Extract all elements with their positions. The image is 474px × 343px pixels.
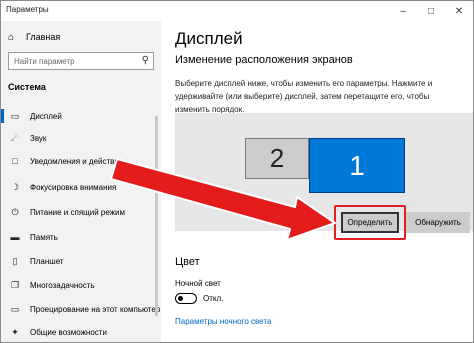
maximize-icon: □ [427,5,435,17]
sidebar-item-label: Фокусировка внимания [30,182,117,192]
toggle-knob [178,295,183,301]
speaker-icon: ☄ [10,132,20,143]
projector-icon: ▭ [10,303,20,314]
monitor-icon: ▭ [10,110,20,121]
sidebar-item-tablet[interactable]: ▯ Планшет [1,250,161,272]
search-input[interactable]: Найти параметр ⚲ [8,52,154,70]
arrangement-heading: Изменение расположения экранов [175,54,353,66]
maximize-button[interactable]: □ [417,1,445,21]
sidebar-section-title: Система [8,82,46,92]
sidebar-item-storage[interactable]: ▬ Память [1,226,161,248]
sidebar-item-label: Дисплей [30,111,62,121]
window-title: Параметры [6,5,49,14]
display-1[interactable]: 1 [309,138,405,193]
sidebar-scrollbar[interactable] [155,116,158,316]
display-2[interactable]: 2 [245,138,309,179]
sidebar-item-label: Память [30,232,58,242]
sidebar-item-shared[interactable]: ✦ Общие возможности [1,321,161,342]
night-light-toggle[interactable] [175,293,197,304]
arrangement-description: Выберите дисплей ниже, чтобы изменить ег… [175,79,433,114]
sidebar-item-label: Многозадачность [30,280,95,290]
night-light-state: Откл. [203,294,224,303]
sidebar-item-label: Питание и спящий режим [30,207,126,217]
power-icon: ⏻ [11,206,19,217]
notification-icon: □ [12,156,18,166]
sidebar-item-label: Уведомления и действия [30,156,124,166]
sidebar-item-label: Планшет [30,256,64,266]
color-heading: Цвет [175,256,200,268]
close-icon: ✕ [454,5,464,17]
tablet-icon: ▯ [12,255,18,266]
sidebar-item-sound[interactable]: ☄ Звук [1,127,161,149]
sidebar-item-focus[interactable]: ☽ Фокусировка внимания [1,176,161,198]
storage-icon: ▬ [10,232,20,242]
share-icon: ✦ [11,326,19,337]
night-light-label: Ночной свет [175,279,221,288]
search-placeholder: Найти параметр [14,57,75,66]
sidebar-item-display[interactable]: ▭ Дисплей [1,105,161,127]
sidebar-home[interactable]: ⌂ Главная [8,30,60,44]
display-1-number: 1 [349,149,365,181]
moon-icon: ☽ [10,181,20,192]
detect-button[interactable]: Обнаружить [406,212,470,233]
close-button[interactable]: ✕ [445,1,473,21]
page-title: Дисплей [175,29,243,48]
sidebar-item-label: Звук [30,133,47,143]
multitask-icon: ❐ [10,279,20,290]
night-light-settings-link[interactable]: Параметры ночного света [175,317,271,326]
sidebar-home-label: Главная [26,32,61,42]
main-content: Дисплей Изменение расположения экранов В… [161,21,473,342]
sidebar-item-multitasking[interactable]: ❐ Многозадачность [1,274,161,296]
sidebar-item-label: Проецирование на этот компьютер [30,304,161,314]
sidebar-item-label: Общие возможности [30,327,107,337]
search-icon: ⚲ [141,55,149,66]
minimize-icon: – [400,5,406,17]
sidebar: ⌂ Главная Найти параметр ⚲ Система ▭ Дис… [1,21,161,342]
sidebar-item-power[interactable]: ⏻ Питание и спящий режим [1,201,161,223]
sidebar-item-notifications[interactable]: □ Уведомления и действия [1,150,161,172]
title-bar: Параметры – □ ✕ [1,1,473,21]
identify-button[interactable]: Определить [341,212,399,233]
display-2-number: 2 [269,143,285,173]
home-icon: ⌂ [8,31,15,43]
settings-window: Параметры – □ ✕ ⌂ Главная Найти параметр… [0,0,474,343]
sidebar-item-projecting[interactable]: ▭ Проецирование на этот компьютер [1,298,161,320]
minimize-button[interactable]: – [389,1,417,21]
